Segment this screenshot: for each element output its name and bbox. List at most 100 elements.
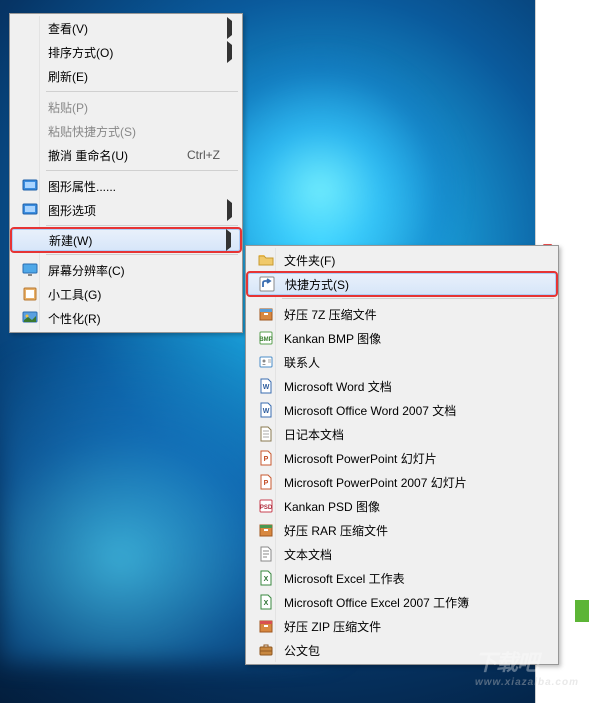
menu-separator [46, 170, 238, 171]
archive-zip-icon [252, 618, 280, 634]
menu-item-gadgets[interactable]: 小工具(G) [12, 282, 240, 306]
svg-text:P: P [264, 456, 269, 463]
submenu-item-briefcase[interactable]: 公文包 [248, 638, 556, 662]
menu-label: Kankan BMP 图像 [280, 330, 536, 347]
graphics-options-icon [16, 202, 44, 218]
svg-text:X: X [264, 600, 269, 607]
svg-text:BMP: BMP [259, 337, 272, 343]
submenu-item-ppt[interactable]: P Microsoft PowerPoint 幻灯片 [248, 446, 556, 470]
chevron-right-icon [227, 17, 232, 39]
menu-label: 联系人 [280, 354, 536, 371]
menu-item-paste: 粘贴(P) [12, 95, 240, 119]
submenu-item-word-doc[interactable]: W Microsoft Word 文档 [248, 374, 556, 398]
submenu-item-excel-2007[interactable]: X Microsoft Office Excel 2007 工作簿 [248, 590, 556, 614]
menu-label: 图形属性...... [44, 178, 220, 195]
menu-label: Microsoft PowerPoint 2007 幻灯片 [280, 474, 536, 491]
menu-item-graphics-options[interactable]: 图形选项 [12, 198, 240, 222]
svg-text:X: X [264, 576, 269, 583]
submenu-item-haozip-rar[interactable]: 好压 RAR 压缩文件 [248, 518, 556, 542]
submenu-item-kankan-bmp[interactable]: BMP Kankan BMP 图像 [248, 326, 556, 350]
submenu-item-haozip-zip[interactable]: 好压 ZIP 压缩文件 [248, 614, 556, 638]
menu-label: Kankan PSD 图像 [280, 498, 536, 515]
excel-icon: X [252, 570, 280, 586]
menu-item-undo-rename[interactable]: 撤消 重命名(U) Ctrl+Z [12, 143, 240, 167]
menu-label: 新建(W) [45, 232, 219, 249]
submenu-item-journal[interactable]: 日记本文档 [248, 422, 556, 446]
submenu-item-shortcut[interactable]: 快捷方式(S) [248, 273, 556, 295]
svg-text:W: W [263, 384, 270, 391]
screen-resolution-icon [16, 262, 44, 278]
menu-label: Microsoft Word 文档 [280, 378, 536, 395]
ppt-icon: P [252, 450, 280, 466]
archive-rar-icon [252, 522, 280, 538]
menu-item-sort[interactable]: 排序方式(O) [12, 40, 240, 64]
archive-7z-icon [252, 306, 280, 322]
menu-label: 屏幕分辨率(C) [44, 262, 220, 279]
submenu-item-haozip-7z[interactable]: 好压 7Z 压缩文件 [248, 302, 556, 326]
personalize-icon [16, 310, 44, 326]
context-menu-new-submenu: 文件夹(F) 快捷方式(S) 好压 7Z 压缩文件 BMP Kankan BMP… [245, 245, 559, 665]
shortcut-icon [253, 276, 281, 292]
menu-item-graphics-props[interactable]: 图形属性...... [12, 174, 240, 198]
menu-label: 查看(V) [44, 20, 220, 37]
submenu-item-ppt-2007[interactable]: P Microsoft PowerPoint 2007 幻灯片 [248, 470, 556, 494]
menu-separator [282, 298, 554, 299]
menu-label: 刷新(E) [44, 68, 220, 85]
menu-label: 文本文档 [280, 546, 536, 563]
submenu-item-contact[interactable]: 联系人 [248, 350, 556, 374]
menu-label: 好压 ZIP 压缩文件 [280, 618, 536, 635]
menu-label: 粘贴快捷方式(S) [44, 123, 220, 140]
menu-label: 好压 RAR 压缩文件 [280, 522, 536, 539]
menu-separator [46, 91, 238, 92]
menu-label: 个性化(R) [44, 310, 220, 327]
context-menu-main: 查看(V) 排序方式(O) 刷新(E) 粘贴(P) 粘贴快捷方式(S) 撤消 重… [9, 13, 243, 333]
word-2007-icon: W [252, 402, 280, 418]
submenu-item-folder[interactable]: 文件夹(F) [248, 248, 556, 272]
menu-label: Microsoft Office Excel 2007 工作簿 [280, 594, 536, 611]
briefcase-icon [252, 642, 280, 658]
menu-label: 小工具(G) [44, 286, 220, 303]
chevron-right-icon [227, 41, 232, 63]
gadgets-icon [16, 286, 44, 302]
menu-label: 公文包 [280, 642, 536, 659]
svg-text:W: W [263, 408, 270, 415]
menu-label: 日记本文档 [280, 426, 536, 443]
svg-text:P: P [264, 480, 269, 487]
submenu-item-kankan-psd[interactable]: PSD Kankan PSD 图像 [248, 494, 556, 518]
contact-icon [252, 354, 280, 370]
menu-item-personalize[interactable]: 个性化(R) [12, 306, 240, 330]
chevron-right-icon [227, 199, 232, 221]
svg-text:PSD: PSD [260, 505, 273, 511]
menu-label: 撤消 重命名(U) [44, 147, 175, 164]
word-doc-icon: W [252, 378, 280, 394]
menu-item-paste-shortcut: 粘贴快捷方式(S) [12, 119, 240, 143]
menu-item-view[interactable]: 查看(V) [12, 16, 240, 40]
submenu-item-txt[interactable]: 文本文档 [248, 542, 556, 566]
menu-separator [46, 254, 238, 255]
menu-label: 排序方式(O) [44, 44, 220, 61]
chevron-right-icon [226, 229, 231, 251]
menu-label: Microsoft Excel 工作表 [280, 570, 536, 587]
txt-icon [252, 546, 280, 562]
ppt-2007-icon: P [252, 474, 280, 490]
menu-label: 图形选项 [44, 202, 220, 219]
menu-label: Microsoft Office Word 2007 文档 [280, 402, 536, 419]
excel-2007-icon: X [252, 594, 280, 610]
psd-icon: PSD [252, 498, 280, 514]
folder-icon [252, 252, 280, 268]
menu-separator [46, 225, 238, 226]
submenu-item-word-2007[interactable]: W Microsoft Office Word 2007 文档 [248, 398, 556, 422]
menu-label: 快捷方式(S) [281, 276, 535, 293]
menu-label: Microsoft PowerPoint 幻灯片 [280, 450, 536, 467]
menu-label: 文件夹(F) [280, 252, 536, 269]
menu-label: 好压 7Z 压缩文件 [280, 306, 536, 323]
graphics-props-icon [16, 178, 44, 194]
journal-icon [252, 426, 280, 442]
submenu-item-excel[interactable]: X Microsoft Excel 工作表 [248, 566, 556, 590]
menu-label: 粘贴(P) [44, 99, 220, 116]
menu-item-new[interactable]: 新建(W) [12, 229, 240, 251]
menu-item-refresh[interactable]: 刷新(E) [12, 64, 240, 88]
green-fragment [575, 600, 589, 622]
menu-item-screen-resolution[interactable]: 屏幕分辨率(C) [12, 258, 240, 282]
menu-shortcut: Ctrl+Z [175, 148, 220, 162]
